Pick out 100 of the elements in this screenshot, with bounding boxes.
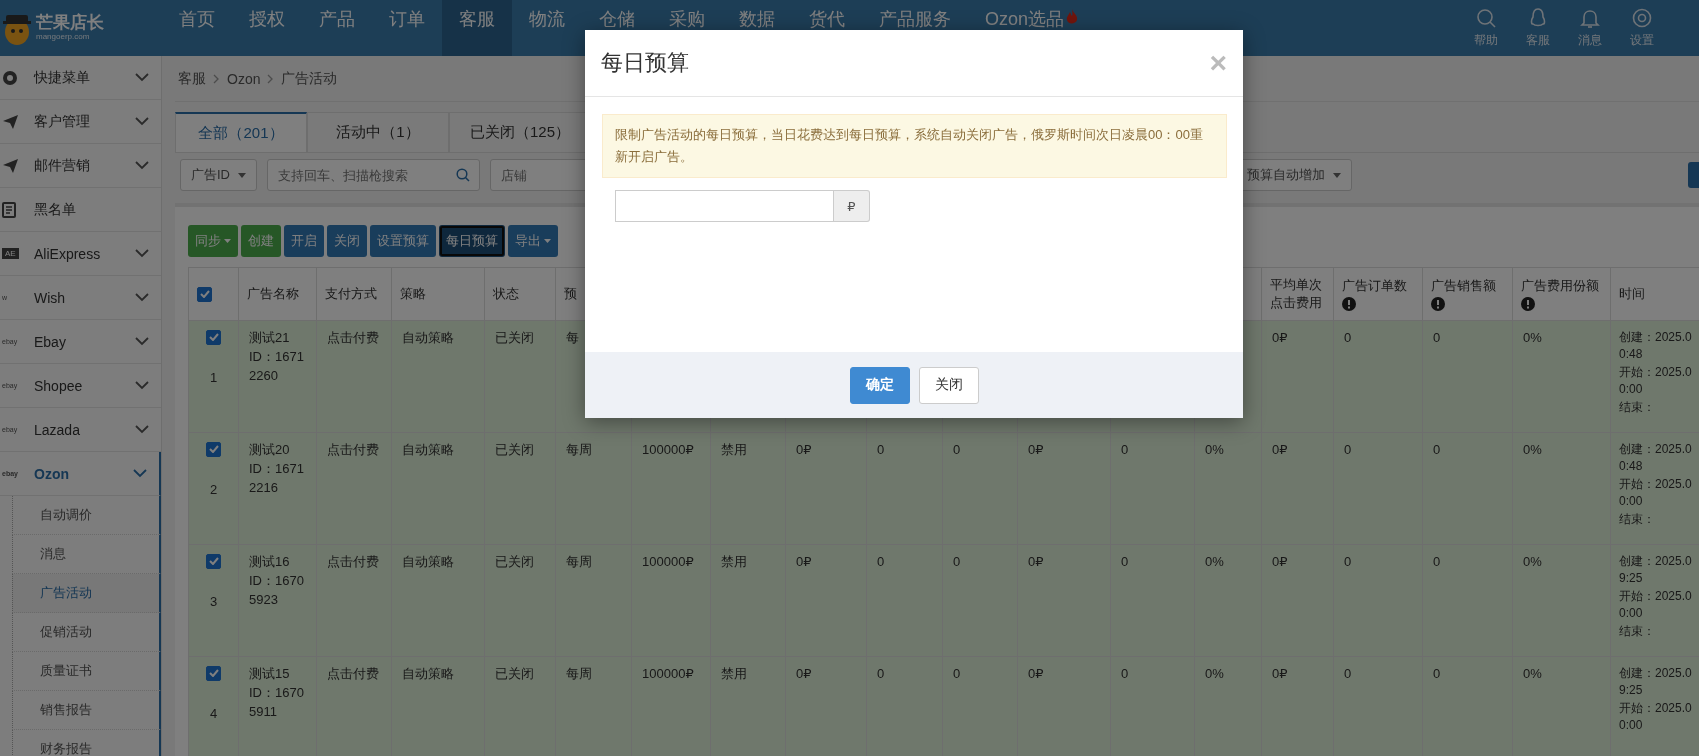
sidebar-item[interactable]: AE AliExpress xyxy=(0,232,161,276)
column-header: 时间 xyxy=(1619,285,1646,303)
search-field[interactable]: 支持回车、扫描枪搜索 xyxy=(267,159,480,191)
table-cell-text: 100000₽ xyxy=(642,665,695,683)
toolbar-button[interactable]: 创建 xyxy=(241,225,281,257)
time-line: 0:00 xyxy=(1619,381,1644,399)
close-button[interactable]: × xyxy=(1209,48,1227,78)
table-cell-text: 0 xyxy=(1344,665,1353,683)
time-line: 结束： xyxy=(1619,510,1656,528)
sidebar-subitem[interactable]: 自动调价 xyxy=(12,496,161,535)
campaign-id: ID：16712216 xyxy=(249,459,305,497)
table-row[interactable]: 3 测试16 ID：16705923 点击付费 自动策略 已关闭 每周 100000₽ 禁用 0₽ 0 0 0₽ 0 0% 0₽ 0 0 0% 创建：2025.0 9:25 开始：2025.0 0:00 结束： xyxy=(188,544,1699,657)
nav-item[interactable]: 物流 xyxy=(512,0,582,56)
table-cell-text: 0₽ xyxy=(1272,329,1289,347)
dialog-button[interactable]: 关闭 xyxy=(918,366,979,404)
checkbox[interactable] xyxy=(206,553,221,569)
breadcrumb-link[interactable]: 客服 xyxy=(178,69,206,88)
toolbar-button[interactable]: 关闭 xyxy=(327,225,367,257)
toolbar-link[interactable]: 客服 xyxy=(1526,0,1550,56)
dropdown-select[interactable]: 广告ID xyxy=(180,159,257,191)
row-number: 2 xyxy=(208,481,219,497)
table-cell-text: 0 xyxy=(1433,329,1442,347)
chevron-down-icon xyxy=(135,249,149,258)
table-row[interactable]: 4 测试15 ID：16705911 点击付费 自动策略 已关闭 每周 100000₽ 禁用 0₽ 0 0 0₽ 0 0% 0₽ 0 0 0% 创建：2025.0 9:25 开始：2025.0 0:00 xyxy=(188,656,1699,756)
toolbar-button[interactable]: 导出 xyxy=(508,225,558,257)
table-cell-text: 0 xyxy=(1121,665,1130,683)
time-line: 创建：2025.0 xyxy=(1619,553,1693,570)
table-cell-text: 已关闭 xyxy=(495,441,535,459)
table-cell-text: 0 xyxy=(953,665,962,683)
chevron-down-icon xyxy=(135,381,149,390)
toolbar-link[interactable]: 设置 xyxy=(1630,0,1654,56)
toolbar-link[interactable]: 帮助 xyxy=(1474,0,1498,56)
sidebar-item[interactable]: 黑名单 xyxy=(0,188,161,232)
table-cell-text: 0% xyxy=(1523,665,1543,683)
nav-item[interactable]: 授权 xyxy=(232,0,302,56)
sidebar-item[interactable]: 快捷菜单 xyxy=(0,56,161,100)
toolbar-link[interactable]: 消息 xyxy=(1578,0,1602,56)
caret-icon xyxy=(238,172,246,178)
checkbox[interactable] xyxy=(206,441,221,457)
nav-item[interactable]: 客服 xyxy=(442,0,512,56)
sidebar-subitem[interactable]: 销售报告 xyxy=(12,691,161,730)
filter-tab[interactable]: 活动中（1） xyxy=(307,112,449,152)
toolbar-button[interactable]: 开启 xyxy=(284,225,324,257)
sidebar-item[interactable]: 客户管理 xyxy=(0,100,161,144)
campaign-name: 测试15 xyxy=(249,665,291,683)
table-row[interactable]: 2 测试20 ID：16712216 点击付费 自动策略 已关闭 每周 100000₽ 禁用 0₽ 0 0 0₽ 0 0% 0₽ 0 0 0% 创建：2025.0 0:48 开始：2025.0 0:00 结束： xyxy=(188,432,1699,545)
toolbar-button[interactable]: 同步 xyxy=(188,225,238,257)
table-cell-text: 每周 xyxy=(566,665,593,683)
chevron-down-icon xyxy=(135,117,149,126)
row-number: 4 xyxy=(208,705,219,721)
sidebar-subitem[interactable]: 质量证书 xyxy=(12,652,161,691)
table-cell-text: 0% xyxy=(1205,553,1225,571)
table-cell-text: 0% xyxy=(1205,441,1225,459)
sidebar-item[interactable]: 邮件营销 xyxy=(0,144,161,188)
chevron-down-icon xyxy=(135,73,149,82)
nav-item[interactable]: Ozon选品 xyxy=(968,0,1096,56)
time-line: 开始：2025.0 xyxy=(1619,363,1693,381)
time-line: 创建：2025.0 xyxy=(1619,329,1693,346)
time-line: 开始：2025.0 xyxy=(1619,699,1693,717)
chevron-right-icon xyxy=(213,73,220,84)
table-cell-text: 0 xyxy=(953,553,962,571)
toolbar-button[interactable]: 设置预算 xyxy=(370,225,436,257)
nav-item[interactable]: 首页 xyxy=(162,0,232,56)
sidebar-subitem[interactable]: 财务报告 xyxy=(12,730,161,756)
column-header: 广告名称 xyxy=(247,285,300,303)
table-cell-text: 0 xyxy=(1121,441,1130,459)
table-cell-text: 0 xyxy=(1344,329,1353,347)
table-cell-text: 0₽ xyxy=(1028,553,1045,571)
search-icon xyxy=(456,168,470,182)
table-cell-text: 已关闭 xyxy=(495,329,535,347)
table-cell-text: 禁用 xyxy=(721,441,748,459)
table-cell-text: 已关闭 xyxy=(495,553,535,571)
sidebar-subitem[interactable]: 广告活动 xyxy=(12,574,161,613)
time-line: 0:00 xyxy=(1619,717,1644,735)
budget-input-field[interactable] xyxy=(615,190,834,223)
dialog-button[interactable]: 确定 xyxy=(849,366,910,404)
checkbox[interactable] xyxy=(206,329,221,345)
table-cell-text: 0₽ xyxy=(796,441,813,459)
filter-tab[interactable]: 全部（201） xyxy=(175,112,307,152)
time-line: 0:00 xyxy=(1619,493,1644,511)
breadcrumb-link[interactable]: 广告活动 xyxy=(281,69,338,88)
toolbar-button[interactable]: 每日预算 xyxy=(439,225,505,257)
table-cell-text: 0% xyxy=(1523,553,1543,571)
paper-plane-icon xyxy=(2,157,19,174)
table-cell-text: 0 xyxy=(877,665,886,683)
campaign-id: ID：16705923 xyxy=(249,571,305,609)
sidebar-subitem[interactable]: 促销活动 xyxy=(12,613,161,652)
chevron-down-icon xyxy=(135,337,149,346)
breadcrumb-link[interactable]: Ozon xyxy=(227,70,261,87)
checkbox[interactable] xyxy=(197,286,212,302)
settings-icon xyxy=(1631,7,1653,29)
time-line: 0:00 xyxy=(1619,605,1644,623)
paper-plane-icon xyxy=(2,113,19,130)
table-cell-text: 0 xyxy=(1433,665,1442,683)
time-line: 9:25 xyxy=(1619,570,1644,588)
checkbox[interactable] xyxy=(206,665,221,681)
nav-item[interactable]: 产品 xyxy=(302,0,372,56)
nav-item[interactable]: 订单 xyxy=(372,0,442,56)
column-header: 预 xyxy=(564,285,578,303)
column-header: 广告费用份额 xyxy=(1521,277,1600,295)
